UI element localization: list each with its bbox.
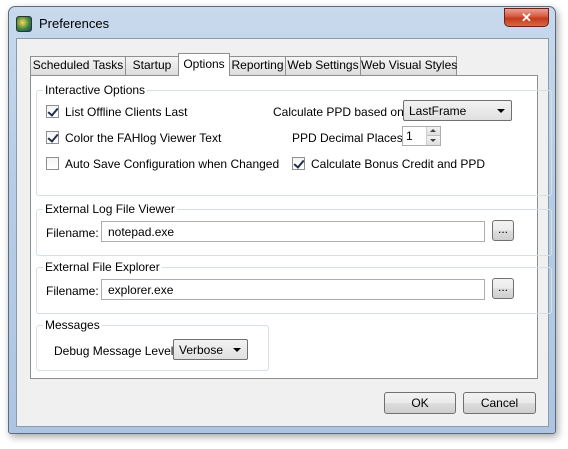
log-filename-label: Filename: xyxy=(46,226,99,240)
ppd-decimal-stepper[interactable]: 1 xyxy=(402,126,441,146)
explorer-browse-button[interactable]: ... xyxy=(492,278,514,299)
list-offline-label[interactable]: List Offline Clients Last xyxy=(65,105,188,119)
interactive-options-group: Interactive Options List Offline Clients… xyxy=(36,83,552,196)
log-browse-button[interactable]: ... xyxy=(492,220,514,241)
tab-startup[interactable]: Startup xyxy=(125,56,179,75)
window-title: Preferences xyxy=(39,16,110,31)
calc-ppd-dropdown[interactable]: LastFrame xyxy=(403,100,512,121)
tab-web-visual-styles[interactable]: Web Visual Styles xyxy=(360,56,457,75)
chevron-down-icon xyxy=(497,109,505,113)
list-offline-checkbox[interactable] xyxy=(46,105,59,118)
bonus-credit-label[interactable]: Calculate Bonus Credit and PPD xyxy=(311,157,485,171)
options-tab-panel: Interactive Options List Offline Clients… xyxy=(30,75,552,379)
debug-level-dropdown[interactable]: Verbose xyxy=(173,339,248,360)
stepper-buttons xyxy=(426,127,440,145)
file-explorer-group: External File Explorer Filename: explore… xyxy=(36,260,552,314)
ppd-decimal-label: PPD Decimal Places: xyxy=(292,131,407,145)
group-title: External File Explorer xyxy=(43,260,162,274)
log-viewer-group: External Log File Viewer Filename: notep… xyxy=(36,202,552,256)
ppd-decimal-value: 1 xyxy=(406,129,413,143)
cancel-button[interactable]: Cancel xyxy=(463,392,536,414)
close-icon[interactable]: ✕ xyxy=(504,8,549,27)
tab-web-settings[interactable]: Web Settings xyxy=(285,56,361,75)
tab-scheduled-tasks[interactable]: Scheduled Tasks xyxy=(30,56,126,75)
group-title: Messages xyxy=(43,318,102,332)
tab-options[interactable]: Options xyxy=(178,53,230,76)
app-icon xyxy=(16,16,32,32)
group-title: External Log File Viewer xyxy=(43,202,177,216)
tab-reporting[interactable]: Reporting xyxy=(229,56,286,75)
log-filename-field[interactable]: notepad.exe xyxy=(101,221,485,242)
explorer-filename-field[interactable]: explorer.exe xyxy=(101,279,485,300)
calc-ppd-label: Calculate PPD based on: xyxy=(273,105,408,119)
stepper-down-icon[interactable] xyxy=(427,136,440,145)
explorer-filename-label: Filename: xyxy=(46,284,99,298)
dialog-body: Scheduled Tasks Startup Options Reportin… xyxy=(16,38,552,427)
ok-button[interactable]: OK xyxy=(384,392,456,414)
stepper-up-icon[interactable] xyxy=(427,127,440,136)
chevron-down-icon xyxy=(233,348,241,352)
auto-save-checkbox[interactable] xyxy=(46,157,59,170)
explorer-filename-value: explorer.exe xyxy=(108,283,174,297)
color-log-label[interactable]: Color the FAHlog Viewer Text xyxy=(65,131,221,145)
log-filename-value: notepad.exe xyxy=(108,225,175,239)
auto-save-label[interactable]: Auto Save Configuration when Changed xyxy=(65,157,279,171)
calc-ppd-value: LastFrame xyxy=(409,104,467,118)
title-bar[interactable]: Preferences ✕ xyxy=(9,7,555,39)
group-title: Interactive Options xyxy=(43,83,148,97)
debug-level-value: Verbose xyxy=(179,343,224,357)
debug-level-label: Debug Message Level: xyxy=(54,344,177,358)
bonus-credit-checkbox[interactable] xyxy=(292,157,305,170)
color-log-checkbox[interactable] xyxy=(46,131,59,144)
messages-group: Messages Debug Message Level: Verbose xyxy=(36,318,269,371)
preferences-window: Preferences ✕ Scheduled Tasks Startup Op… xyxy=(8,6,556,434)
